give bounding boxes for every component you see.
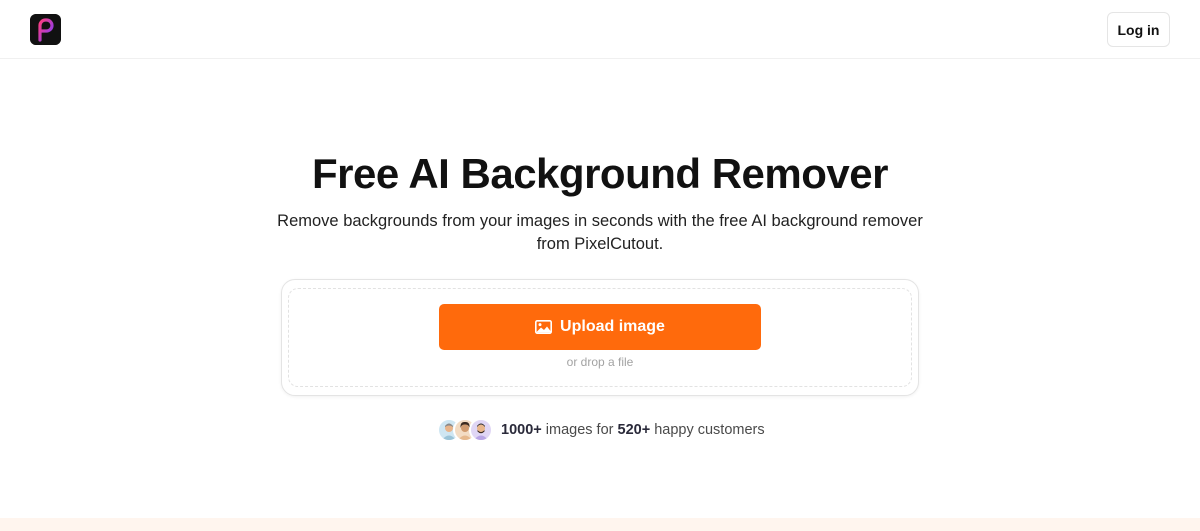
drop-hint: or drop a file xyxy=(566,355,634,369)
image-icon xyxy=(535,320,553,334)
top-nav: Log in xyxy=(0,0,1200,59)
login-button[interactable]: Log in xyxy=(1107,12,1170,47)
customers-text: happy customers xyxy=(654,422,765,438)
logo-p-icon xyxy=(30,14,61,45)
page-subtitle: Remove backgrounds from your images in s… xyxy=(277,212,923,253)
page-title: Free AI Background Remover xyxy=(312,150,888,197)
images-text: images for xyxy=(545,422,614,438)
upload-button-label: Upload image xyxy=(560,318,665,335)
avatar xyxy=(469,418,493,442)
social-proof-text: 1000+ images for 520+ happy customers xyxy=(501,422,765,438)
images-count: 1000+ xyxy=(501,422,542,438)
logo[interactable] xyxy=(30,14,61,45)
social-proof: 1000+ images for 520+ happy customers xyxy=(437,417,765,443)
upload-image-button[interactable]: Upload image xyxy=(439,304,761,350)
page: Log in Free AI Background Remover Remove… xyxy=(0,0,1200,531)
customer-avatars xyxy=(437,418,493,442)
customers-count: 520+ xyxy=(617,422,651,438)
next-section-edge xyxy=(0,518,1200,531)
